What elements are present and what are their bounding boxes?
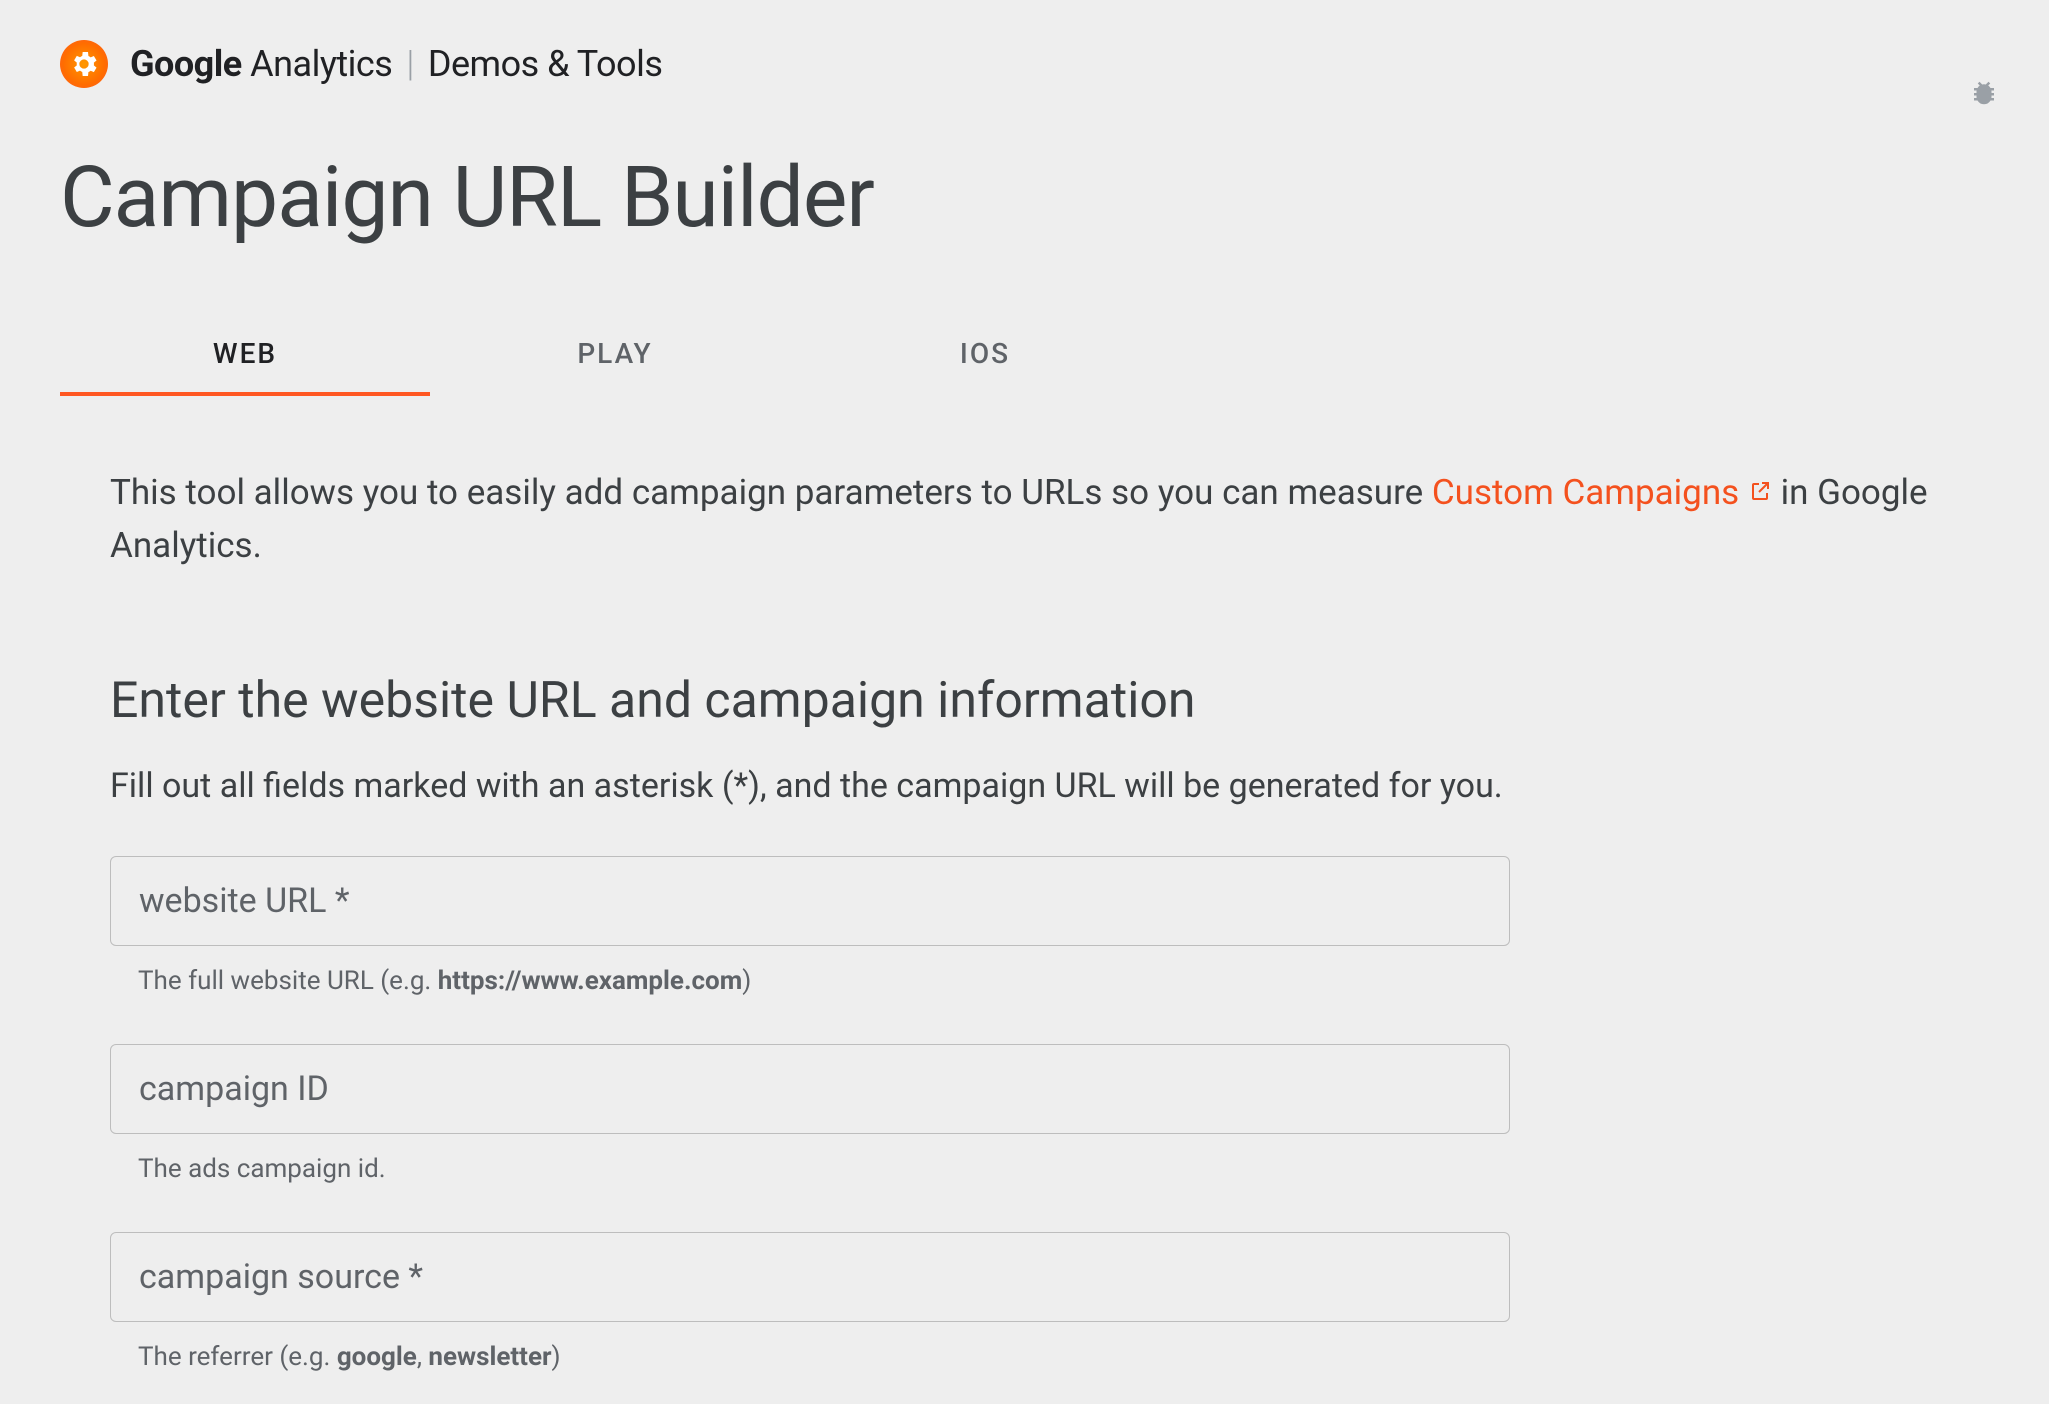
field-website-url: The full website URL (e.g. https://www.e…	[110, 856, 1510, 996]
section-heading: Enter the website URL and campaign infor…	[110, 672, 1940, 730]
brand-separator: |	[402, 43, 417, 85]
brand-bold: Google	[130, 43, 242, 85]
campaign-id-helper: The ads campaign id.	[138, 1154, 1510, 1184]
tabs: WEB PLAY IOS	[60, 337, 2049, 396]
header: Google Analytics | Demos & Tools	[0, 0, 2049, 88]
brand-text: Google Analytics | Demos & Tools	[130, 43, 662, 85]
campaign-source-helper: The referrer (e.g. google, newsletter)	[138, 1342, 1510, 1372]
section-sub: Fill out all fields marked with an aster…	[110, 766, 1940, 806]
intro-pre: This tool allows you to easily add campa…	[110, 472, 1432, 513]
content: This tool allows you to easily add campa…	[0, 396, 2000, 1372]
intro-text: This tool allows you to easily add campa…	[110, 466, 1940, 572]
ga-logo-icon	[60, 40, 108, 88]
tab-ios[interactable]: IOS	[800, 337, 1170, 396]
website-url-helper: The full website URL (e.g. https://www.e…	[138, 966, 1510, 996]
tab-web[interactable]: WEB	[60, 337, 430, 396]
custom-campaigns-link[interactable]: Custom Campaigns	[1432, 472, 1772, 513]
website-url-input[interactable]	[110, 856, 1510, 946]
campaign-source-input[interactable]	[110, 1232, 1510, 1322]
brand-sub: Demos & Tools	[428, 43, 663, 85]
bug-report-icon[interactable]	[1969, 78, 1999, 108]
tab-play[interactable]: PLAY	[430, 337, 800, 396]
page-title: Campaign URL Builder	[0, 88, 2049, 247]
form: The full website URL (e.g. https://www.e…	[110, 856, 1940, 1372]
external-link-icon	[1748, 466, 1772, 490]
campaign-id-input[interactable]	[110, 1044, 1510, 1134]
field-campaign-id: The ads campaign id.	[110, 1044, 1510, 1184]
field-campaign-source: The referrer (e.g. google, newsletter)	[110, 1232, 1510, 1372]
brand-regular: Analytics	[242, 43, 393, 85]
